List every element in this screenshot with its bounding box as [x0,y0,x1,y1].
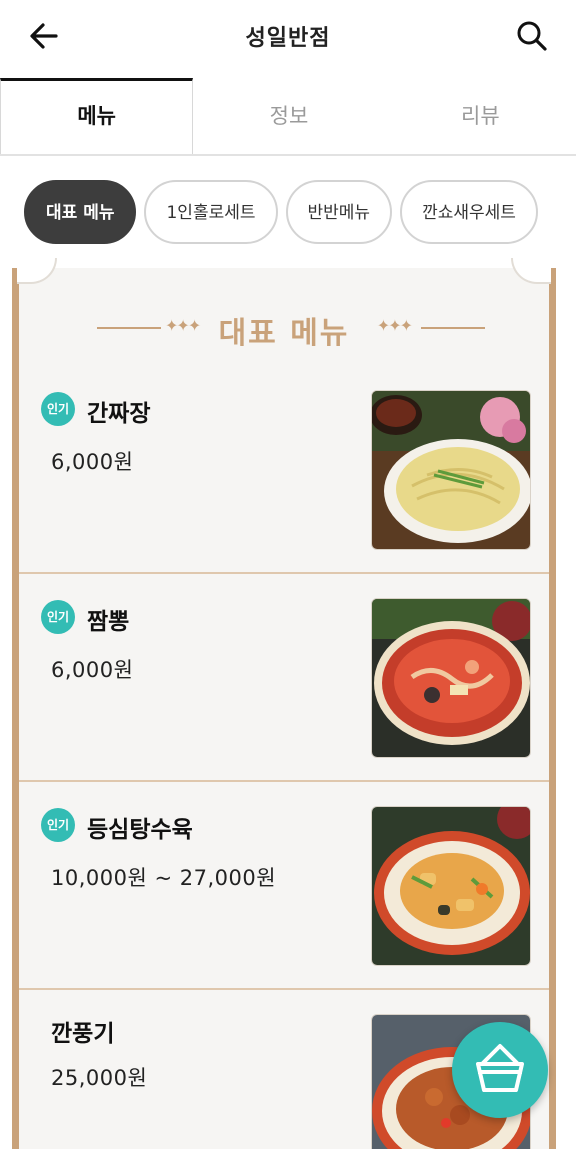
chip-shrimp-set[interactable]: 깐쇼새우세트 [400,180,538,244]
tab-info[interactable]: 정보 [193,78,384,154]
tab-menu[interactable]: 메뉴 [0,78,194,154]
popular-badge: 인기 [41,392,75,426]
popular-badge: 인기 [41,600,75,634]
menu-item-price: 6,000원 [51,658,134,682]
search-icon [517,21,547,51]
top-app-bar: 성일반점 [0,0,576,72]
diamond-ornament-right-icon: ✦✦✦ [376,316,413,335]
menu-item-name: 짬뽕 [87,609,130,635]
ornament-line-right [421,327,485,329]
menu-item[interactable]: 인기 간짜장 6,000원 [19,366,549,574]
menu-item-price: 25,000원 [51,1066,148,1090]
popular-badge: 인기 [41,808,75,842]
menu-item-name: 깐풍기 [51,1021,115,1047]
jajangmyeon-photo [371,390,531,550]
menu-item-name: 등심탕수육 [87,817,193,843]
basket-icon [476,1044,524,1092]
menu-item-price: 6,000원 [51,450,134,474]
board-corner-right [511,258,551,284]
menu-item-price: 10,000원 ~ 27,000원 [51,866,277,890]
section-header: ✦✦✦ 대표 메뉴 ✦✦✦ [19,306,549,351]
chip-signature-menu[interactable]: 대표 메뉴 [24,180,137,244]
menu-item-name: 간짜장 [87,401,151,427]
section-title: 대표 메뉴 [218,316,350,351]
jjamppong-photo [371,598,531,758]
menu-board: ✦✦✦ 대표 메뉴 ✦✦✦ 인기 간짜장 6,000원 인기 짬뽕 6,000원… [12,258,556,1149]
tab-reviews[interactable]: 리뷰 [385,78,576,154]
menu-item[interactable]: 인기 등심탕수육 10,000원 ~ 27,000원 [19,782,549,990]
menu-item[interactable]: 인기 짬뽕 6,000원 [19,574,549,782]
category-chips: 대표 메뉴 1인홀로세트 반반메뉴 깐쇼새우세트 [24,180,538,244]
chip-half-half[interactable]: 반반메뉴 [285,180,393,244]
chip-solo-set[interactable]: 1인홀로세트 [144,180,278,244]
board-corner-left [17,258,57,284]
search-button[interactable] [514,18,550,54]
page-title: 성일반점 [245,26,331,51]
store-tabs: 메뉴 정보 리뷰 [0,78,576,156]
cart-button[interactable] [452,1022,548,1118]
tangsuyuk-photo [371,806,531,966]
